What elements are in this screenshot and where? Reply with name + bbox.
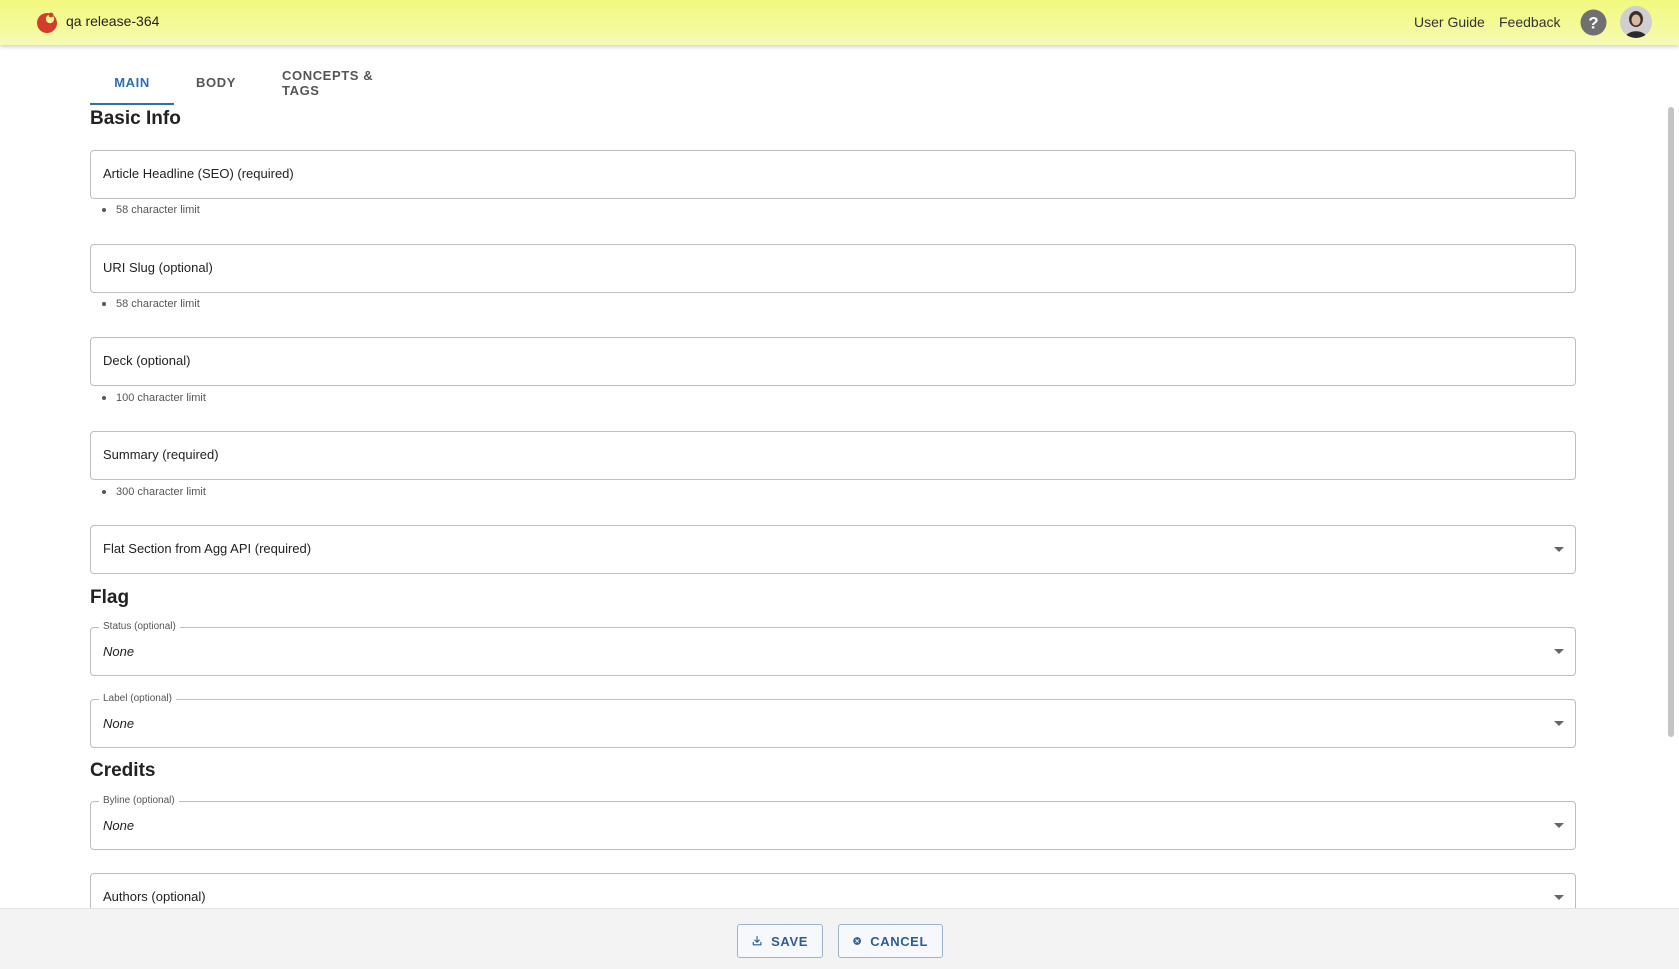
uri-slug-label: URI Slug (optional) (103, 260, 213, 275)
save-label: SAVE (771, 933, 808, 949)
section-label: Flat Section from Agg API (required) (103, 541, 312, 556)
headline-input[interactable]: Article Headline (SEO) (required) (90, 150, 1576, 199)
chevron-down-icon (1554, 823, 1564, 828)
uri-slug-hint: 58 character limit (102, 298, 200, 310)
deck-input[interactable]: Deck (optional) (90, 337, 1576, 386)
user-guide-link[interactable]: User Guide (1414, 14, 1485, 30)
headline-hint-text: 58 character limit (116, 204, 200, 216)
deck-label: Deck (optional) (103, 353, 191, 368)
label-legend: Label (optional) (99, 693, 176, 705)
chevron-down-icon (1554, 721, 1564, 726)
basic-info-heading: Basic Info (90, 108, 181, 129)
status-legend: Status (optional) (99, 621, 180, 633)
logo-icon[interactable] (36, 10, 58, 34)
summary-input[interactable]: Summary (required) (90, 431, 1576, 480)
summary-hint-text: 300 character limit (116, 486, 206, 498)
chevron-down-icon (1554, 895, 1564, 900)
close-circle-icon (853, 937, 861, 945)
headline-label: Article Headline (SEO) (required) (103, 166, 294, 181)
chevron-down-icon (1554, 547, 1564, 552)
byline-legend: Byline (optional) (99, 795, 179, 807)
feedback-link[interactable]: Feedback (1499, 14, 1560, 30)
uri-slug-hint-text: 58 character limit (116, 298, 200, 310)
tab-body[interactable]: BODY (174, 60, 258, 105)
help-icon[interactable]: ? (1580, 9, 1607, 36)
summary-label: Summary (required) (103, 447, 219, 462)
tab-concepts-tags[interactable]: CONCEPTS & TAGS (258, 60, 402, 105)
tab-main[interactable]: MAIN (90, 60, 174, 105)
status-value: None (103, 644, 135, 659)
flag-heading: Flag (90, 587, 130, 608)
save-button[interactable]: SAVE (737, 924, 823, 958)
action-footer: SAVE CANCEL (0, 908, 1679, 969)
deck-hint-text: 100 character limit (116, 392, 206, 404)
summary-hint: 300 character limit (102, 486, 206, 498)
deck-hint: 100 character limit (102, 392, 206, 404)
authors-label: Authors (optional) (103, 889, 206, 904)
byline-value: None (103, 818, 135, 833)
scrollbar[interactable] (1668, 107, 1674, 737)
chevron-down-icon (1554, 649, 1564, 654)
byline-select[interactable]: Byline (optional) None (90, 795, 1576, 850)
section-select[interactable]: Flat Section from Agg API (required) (90, 525, 1576, 574)
label-select[interactable]: Label (optional) None (90, 693, 1576, 748)
status-select[interactable]: Status (optional) None (90, 621, 1576, 676)
headline-hint: 58 character limit (102, 204, 200, 216)
tab-bar: MAIN BODY CONCEPTS & TAGS (90, 60, 402, 105)
uri-slug-input[interactable]: URI Slug (optional) (90, 244, 1576, 293)
avatar[interactable] (1620, 6, 1652, 38)
download-icon (752, 935, 762, 946)
app-title: qa release-364 (66, 13, 160, 29)
label-value: None (103, 716, 135, 731)
cancel-button[interactable]: CANCEL (838, 924, 943, 958)
credits-heading: Credits (90, 760, 156, 781)
top-bar: qa release-364 User Guide Feedback ? (0, 0, 1679, 45)
cancel-label: CANCEL (870, 933, 928, 949)
svg-text:?: ? (1588, 14, 1598, 33)
